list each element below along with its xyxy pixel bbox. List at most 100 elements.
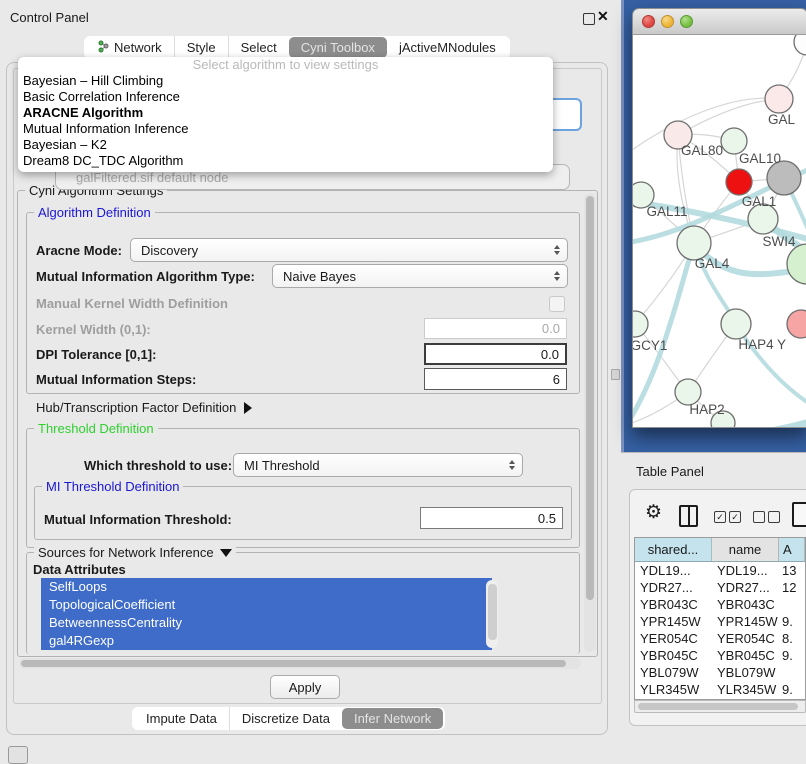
tab-network[interactable]: Network	[86, 36, 174, 59]
tab-infer-network[interactable]: Infer Network	[342, 708, 443, 729]
table-cell: YDR27...	[635, 579, 712, 596]
tab-jactivemnodules[interactable]: jActiveMNodules	[387, 36, 508, 59]
column-header-a[interactable]: A	[779, 538, 805, 561]
close-traffic-icon[interactable]	[642, 15, 655, 28]
table-row[interactable]: YLR345WYLR345W9.	[635, 681, 805, 698]
mi-type-combo[interactable]: Naive Bayes	[272, 264, 568, 288]
aracne-mode-combo[interactable]: Discovery	[130, 238, 568, 262]
network-node[interactable]	[633, 311, 648, 337]
attribute-item-topologicalcoefficient[interactable]: TopologicalCoefficient	[41, 596, 492, 614]
table-row[interactable]: YDR27...YDR27...12	[635, 579, 805, 596]
node-label-gal11: GAL11	[646, 204, 687, 219]
algorithm-option-basic-correlation-inference[interactable]: Basic Correlation Inference	[18, 89, 553, 105]
gear-icon[interactable]: ⚙	[645, 502, 662, 524]
chevron-right-icon	[244, 402, 252, 414]
unchecked-columns-icon[interactable]	[753, 511, 780, 523]
network-canvas[interactable]: GALGAL80GAL10GAL1GAL11SWI4GAL4GCY1HAP4YH…	[633, 35, 806, 428]
tab-label: Infer Network	[354, 711, 431, 726]
mi-steps-field[interactable]: 6	[424, 368, 567, 390]
network-node[interactable]	[794, 35, 806, 55]
tab-discretize-data[interactable]: Discretize Data	[229, 707, 342, 730]
tab-select[interactable]: Select	[228, 36, 289, 59]
node-label-gal1: GAL1	[742, 194, 777, 209]
table-cell: YBR043C	[635, 596, 712, 613]
sources-title-row[interactable]: Sources for Network Inference	[34, 545, 236, 560]
network-node[interactable]	[767, 161, 801, 195]
attribute-item-gal4rgexp[interactable]: gal4RGexp	[41, 632, 492, 650]
table-row[interactable]: YBR043CYBR043C	[635, 596, 805, 613]
column-header-shared[interactable]: shared...	[635, 538, 712, 561]
close-icon[interactable]: ✕	[597, 8, 609, 25]
algorithm-option-aracne-algorithm[interactable]: ARACNE Algorithm	[18, 105, 553, 121]
node-label-gal80: GAL80	[681, 143, 723, 158]
network-node[interactable]	[726, 169, 752, 195]
settings-hscrollbar[interactable]	[19, 658, 581, 669]
checked-columns-icon[interactable]: ✓✓	[714, 511, 741, 523]
splitter-handle-icon[interactable]	[611, 369, 620, 380]
tab-style[interactable]: Style	[174, 36, 228, 59]
algorithm-option-bayesian-k2[interactable]: Bayesian – K2	[18, 137, 553, 153]
minimize-traffic-icon[interactable]	[661, 15, 674, 28]
table-hscrollbar[interactable]	[634, 700, 806, 713]
node-label-hap2: HAP2	[689, 402, 724, 417]
dpi-tolerance-field[interactable]: 0.0	[424, 343, 567, 365]
algorithm-option-bayesian-hill-climbing[interactable]: Bayesian – Hill Climbing	[18, 73, 553, 89]
algorithm-option-mutual-information-inference[interactable]: Mutual Information Inference	[18, 121, 553, 137]
sources-title: Sources for Network Inference	[38, 545, 214, 560]
float-panel-icon[interactable]	[583, 13, 595, 25]
table-cell: YDL19...	[635, 562, 712, 579]
network-edge[interactable]	[751, 421, 806, 428]
settings-vscrollbar-thumb[interactable]	[586, 196, 594, 600]
mi-threshold-field[interactable]: 0.5	[420, 507, 563, 529]
table-row[interactable]: YBL079WYBL079W	[635, 664, 805, 681]
manual-kernel-checkbox[interactable]	[549, 296, 565, 312]
tab-label: Cyni Toolbox	[301, 40, 375, 55]
app-root: { "control_panel": { "title": "Control P…	[0, 0, 806, 762]
network-window-titlebar[interactable]	[633, 9, 806, 35]
spinner-icon	[509, 460, 515, 470]
table-row[interactable]: YER054CYER054C8.	[635, 630, 805, 647]
chevron-down-icon	[220, 549, 232, 557]
network-node[interactable]	[765, 85, 793, 113]
column-header-name[interactable]: name	[712, 538, 779, 561]
tab-impute-data[interactable]: Impute Data	[134, 707, 229, 730]
kernel-width-field[interactable]: 0.0	[424, 318, 567, 339]
panel-splitter[interactable]	[608, 0, 621, 762]
mi-type-value: Naive Bayes	[283, 269, 356, 284]
columns-icon[interactable]	[679, 505, 698, 527]
tab-cyni-toolbox[interactable]: Cyni Toolbox	[289, 37, 387, 58]
network-node[interactable]	[721, 309, 751, 339]
apply-button[interactable]: Apply	[270, 675, 340, 699]
table-cell: YBL079W	[635, 664, 712, 681]
network-node[interactable]	[677, 226, 711, 260]
table-panel-title: Table Panel	[636, 464, 704, 479]
bottom-tab-bar: Impute DataDiscretize Data Infer Network	[132, 707, 445, 730]
network-node[interactable]	[787, 244, 806, 284]
tab-label: Select	[241, 40, 277, 55]
zoom-traffic-icon[interactable]	[680, 15, 693, 28]
network-node[interactable]	[787, 310, 806, 338]
table-row[interactable]: YBR045CYBR045C9.	[635, 647, 805, 664]
attributes-vscrollbar[interactable]	[486, 580, 498, 648]
mi-threshold-label: Mutual Information Threshold:	[44, 512, 232, 527]
settings-vscrollbar[interactable]	[584, 193, 596, 652]
node-label-gal10: GAL10	[739, 151, 781, 166]
hub-definition-disclosure[interactable]: Hub/Transcription Factor Definition	[36, 400, 252, 415]
table-cell: 13	[779, 562, 805, 579]
attribute-item-betweennesscentrality[interactable]: BetweennessCentrality	[41, 614, 492, 632]
table-row[interactable]: YDL19...YDL19...13	[635, 562, 805, 579]
network-graph[interactable]: GALGAL80GAL10GAL1GAL11SWI4GAL4GCY1HAP4YH…	[633, 35, 806, 428]
table-header-row: shared...nameA	[635, 538, 805, 562]
table-row[interactable]: YPR145WYPR145W9.	[635, 613, 805, 630]
dock-mini-button[interactable]	[8, 746, 28, 764]
algorithm-option-dream8-dc-tdc-algorithm[interactable]: Dream8 DC_TDC Algorithm	[18, 153, 553, 169]
settings-hscrollbar-thumb[interactable]	[21, 660, 566, 667]
which-threshold-combo[interactable]: MI Threshold	[233, 453, 523, 477]
attribute-item-selfloops[interactable]: SelfLoops	[41, 578, 492, 596]
table-hscrollbar-thumb[interactable]	[638, 703, 798, 710]
table-cell: YBL079W	[712, 664, 779, 681]
attributes-vscrollbar-thumb[interactable]	[488, 584, 497, 640]
hub-definition-label: Hub/Transcription Factor Definition	[36, 400, 236, 415]
file-icon[interactable]	[792, 502, 806, 527]
table-cell: YER054C	[635, 630, 712, 647]
